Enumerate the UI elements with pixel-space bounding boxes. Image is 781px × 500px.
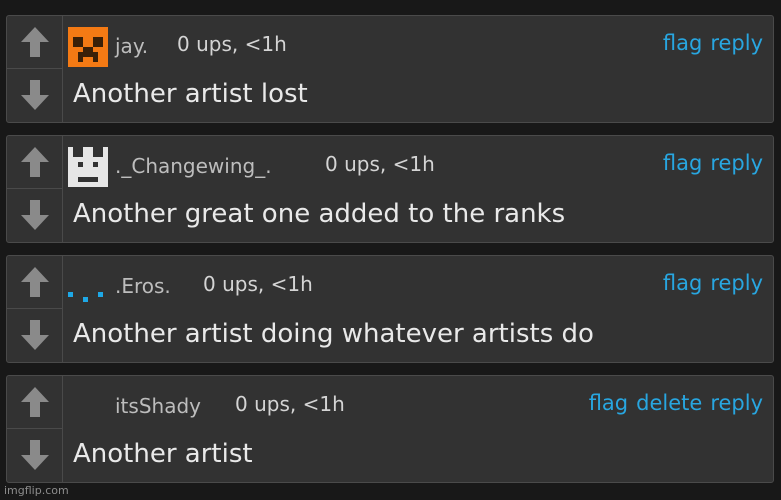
avatar[interactable] <box>68 27 108 67</box>
vote-column <box>7 136 63 242</box>
avatar[interactable] <box>68 267 108 307</box>
comments-page: { "comments": [ {"username":"jay.","meta… <box>0 0 781 500</box>
comment: itsShady 0 ups, <1h flag delete reply Anot… <box>6 375 774 483</box>
delete-link[interactable]: delete <box>636 391 702 415</box>
comment-meta: 0 ups, <1h <box>325 152 435 176</box>
comment-text: Another artist doing whatever artists do <box>73 319 594 349</box>
username[interactable]: jay. <box>115 34 148 58</box>
comment-actions: flag reply <box>655 31 763 55</box>
vote-divider <box>7 308 62 309</box>
downvote-button[interactable] <box>19 78 51 112</box>
comment: ._Changewing_. 0 ups, <1h flag reply Anot… <box>6 135 774 243</box>
comment-actions: flag reply <box>655 151 763 175</box>
arrow-up-icon <box>21 267 49 297</box>
username[interactable]: itsShady <box>115 394 201 418</box>
white-pixel-face-avatar-icon <box>68 147 108 187</box>
arrow-up-icon <box>21 387 49 417</box>
upvote-button[interactable] <box>19 145 51 179</box>
arrow-down-icon <box>21 320 49 350</box>
vote-column <box>7 256 63 362</box>
downvote-button[interactable] <box>19 318 51 352</box>
flag-link[interactable]: flag <box>663 31 702 55</box>
reply-link[interactable]: reply <box>710 151 763 175</box>
arrow-up-icon <box>21 147 49 177</box>
comment: jay. 0 ups, <1h flag reply Another artist… <box>6 15 774 123</box>
arrow-down-icon <box>21 440 49 470</box>
upvote-button[interactable] <box>19 385 51 419</box>
reply-link[interactable]: reply <box>710 391 763 415</box>
comment-meta: 0 ups, <1h <box>203 272 313 296</box>
flag-link[interactable]: flag <box>663 271 702 295</box>
flag-link[interactable]: flag <box>663 151 702 175</box>
watermark: imgflip.com <box>4 484 69 497</box>
reply-link[interactable]: reply <box>710 271 763 295</box>
comment-actions: flag reply <box>655 271 763 295</box>
vote-divider <box>7 188 62 189</box>
orange-creeper-avatar-icon <box>68 27 108 67</box>
username[interactable]: ._Changewing_. <box>115 154 272 178</box>
reply-link[interactable]: reply <box>710 31 763 55</box>
blue-dots-avatar-icon <box>68 292 103 302</box>
vote-column <box>7 16 63 122</box>
arrow-down-icon <box>21 80 49 110</box>
comment-meta: 0 ups, <1h <box>235 392 345 416</box>
flag-link[interactable]: flag <box>589 391 628 415</box>
vote-divider <box>7 428 62 429</box>
arrow-down-icon <box>21 200 49 230</box>
comment-text: Another great one added to the ranks <box>73 199 566 229</box>
comment-meta: 0 ups, <1h <box>177 32 287 56</box>
comment-text: Another artist <box>73 439 253 469</box>
vote-divider <box>7 68 62 69</box>
username[interactable]: .Eros. <box>115 274 171 298</box>
vote-column <box>7 376 63 482</box>
downvote-button[interactable] <box>19 198 51 232</box>
upvote-button[interactable] <box>19 265 51 299</box>
comment-text: Another artist lost <box>73 79 308 109</box>
comment: .Eros. 0 ups, <1h flag reply Another arti… <box>6 255 774 363</box>
upvote-button[interactable] <box>19 25 51 59</box>
arrow-up-icon <box>21 27 49 57</box>
avatar[interactable] <box>68 147 108 187</box>
comment-actions: flag delete reply <box>581 391 763 415</box>
downvote-button[interactable] <box>19 438 51 472</box>
